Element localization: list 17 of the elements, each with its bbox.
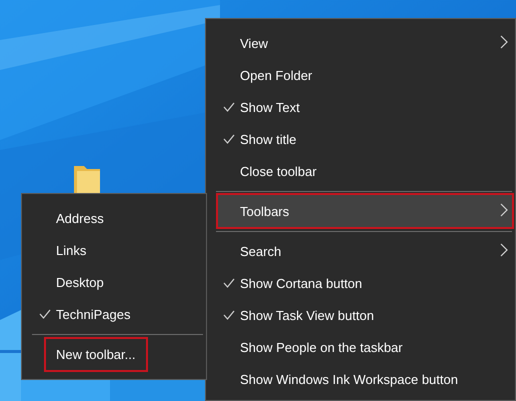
menu-item[interactable]: Show Cortana button bbox=[218, 267, 512, 299]
menu-item[interactable]: Search bbox=[218, 235, 512, 267]
menu-item[interactable]: Desktop bbox=[34, 266, 203, 298]
menu-item[interactable]: Address bbox=[34, 202, 203, 234]
menu-item[interactable]: View bbox=[218, 27, 512, 59]
menu-item[interactable]: New toolbar... bbox=[34, 338, 203, 370]
menu-item[interactable]: Links bbox=[34, 234, 203, 266]
menu-item[interactable]: TechniPages bbox=[34, 298, 203, 330]
folder-icon[interactable] bbox=[72, 164, 102, 194]
menu-item[interactable]: Show title bbox=[218, 123, 512, 155]
menu-item[interactable]: Open Folder bbox=[218, 59, 512, 91]
menu-item[interactable]: Show People on the taskbar bbox=[218, 331, 512, 363]
menu-item[interactable]: Close toolbar bbox=[218, 155, 512, 187]
menu-item[interactable]: Show Text bbox=[218, 91, 512, 123]
menu-item[interactable]: Toolbars bbox=[218, 195, 512, 227]
menu-item[interactable]: Show Task View button bbox=[218, 299, 512, 331]
menu-item[interactable]: Show Windows Ink Workspace button bbox=[218, 363, 512, 395]
